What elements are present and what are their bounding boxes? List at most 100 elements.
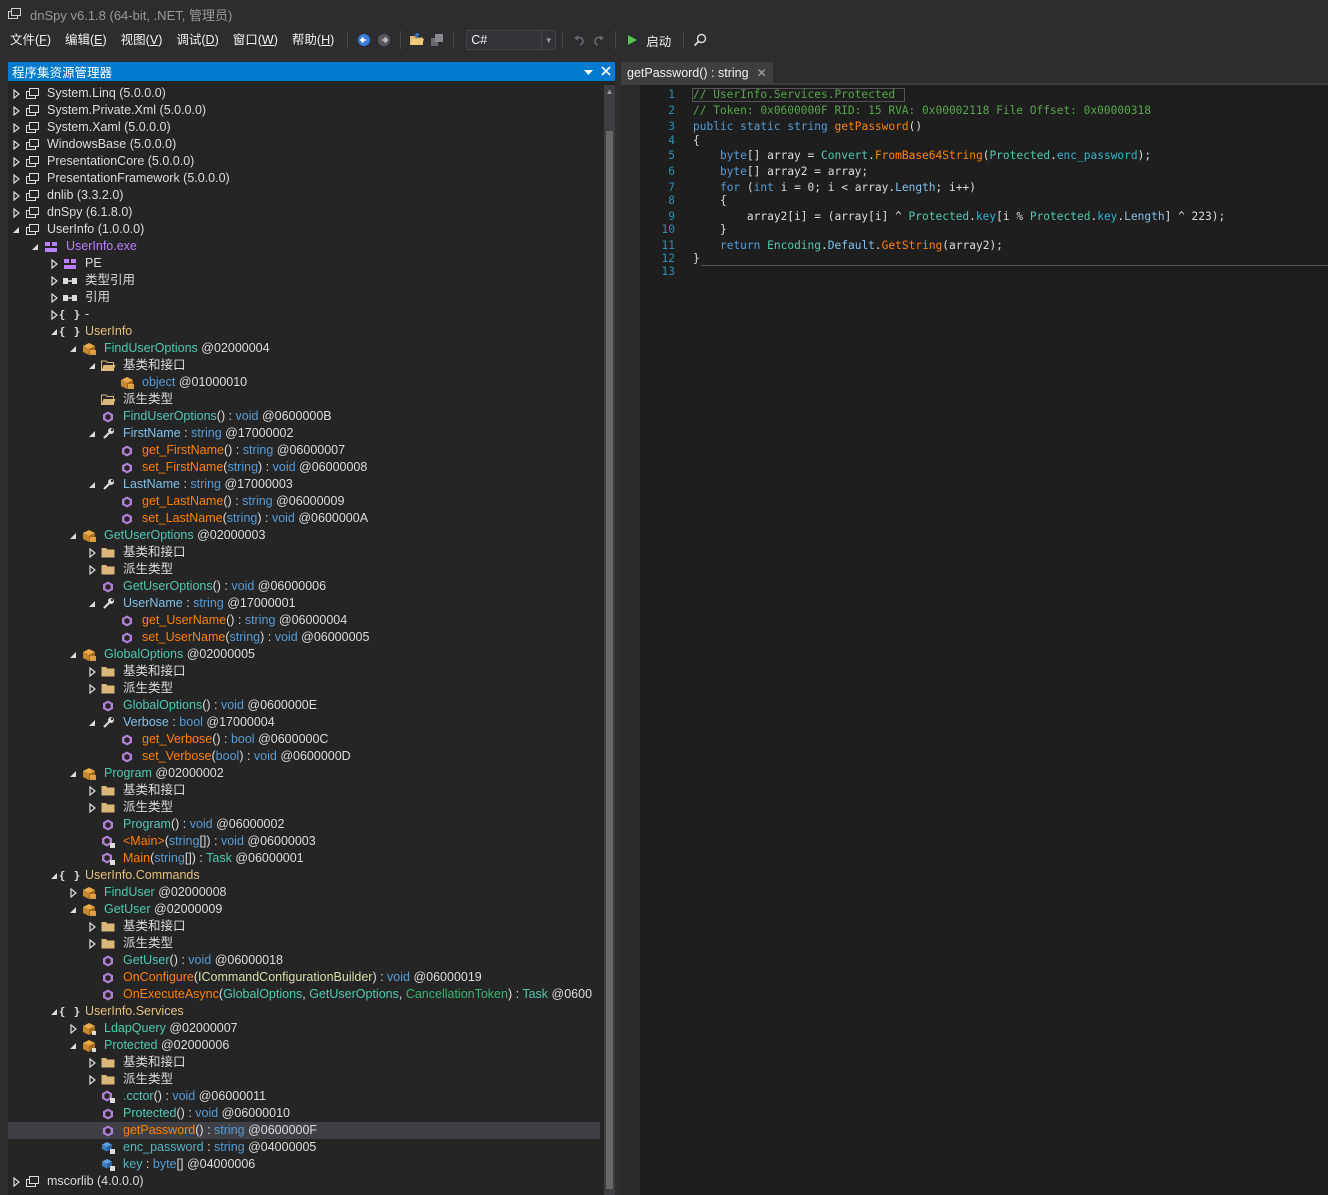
tree-node[interactable]: dnSpy (6.1.8.0)	[8, 204, 600, 221]
tree-node[interactable]: GetUserOptions @02000003	[8, 527, 600, 544]
tree-node[interactable]: set_LastName(string) : void @0600000A	[8, 510, 600, 527]
tree-node[interactable]: Program() : void @06000002	[8, 816, 600, 833]
expand-arrow-icon[interactable]	[11, 1173, 21, 1190]
menu-item-h[interactable]: 帮助(H)	[285, 29, 341, 51]
tree-node[interactable]: { } UserInfo	[8, 323, 600, 340]
collapse-arrow-icon[interactable]	[11, 221, 21, 238]
chevron-down-icon[interactable]: ▼	[541, 31, 555, 49]
expand-arrow-icon[interactable]	[87, 1071, 97, 1088]
tree-node[interactable]: 派生类型	[8, 799, 600, 816]
collapse-arrow-icon[interactable]	[87, 714, 97, 731]
expand-arrow-icon[interactable]	[11, 187, 21, 204]
tree-node[interactable]: get_LastName() : string @06000009	[8, 493, 600, 510]
tree-node[interactable]: mscorlib (4.0.0.0)	[8, 1173, 600, 1190]
expand-arrow-icon[interactable]	[87, 935, 97, 952]
tree-node[interactable]: System.Linq (5.0.0.0)	[8, 85, 600, 102]
tree-node[interactable]: .cctor() : void @06000011	[8, 1088, 600, 1105]
tree-node[interactable]: LastName : string @17000003	[8, 476, 600, 493]
tree-node[interactable]: Main(string[]) : Task @06000001	[8, 850, 600, 867]
tree-node[interactable]: OnConfigure(ICommandConfigurationBuilder…	[8, 969, 600, 986]
menu-item-e[interactable]: 编辑(E)	[58, 29, 114, 51]
expand-arrow-icon[interactable]	[11, 102, 21, 119]
tree-node[interactable]: WindowsBase (5.0.0.0)	[8, 136, 600, 153]
collapse-arrow-icon[interactable]	[87, 425, 97, 442]
open-folder-icon[interactable]	[407, 30, 427, 50]
tree-node[interactable]: UserName : string @17000001	[8, 595, 600, 612]
tree-node[interactable]: System.Xaml (5.0.0.0)	[8, 119, 600, 136]
tree-node[interactable]: 基类和接口	[8, 544, 600, 561]
tree-node[interactable]: 基类和接口	[8, 357, 600, 374]
scroll-up-icon[interactable]: ▲	[604, 85, 615, 99]
tree-node[interactable]: Program @02000002	[8, 765, 600, 782]
expand-arrow-icon[interactable]	[49, 289, 59, 306]
collapse-arrow-icon[interactable]	[30, 238, 40, 255]
undo-icon[interactable]	[569, 30, 589, 50]
panel-close-icon[interactable]	[601, 65, 611, 79]
assembly-tree[interactable]: System.Linq (5.0.0.0) System.Private.Xml …	[8, 85, 600, 1195]
collapse-arrow-icon[interactable]	[49, 1003, 59, 1020]
panel-menu-icon[interactable]	[584, 65, 593, 79]
start-button[interactable]: 启动	[646, 31, 671, 50]
menu-item-w[interactable]: 窗口(W)	[226, 29, 285, 51]
expand-arrow-icon[interactable]	[11, 153, 21, 170]
tree-node[interactable]: 基类和接口	[8, 1054, 600, 1071]
tree-node[interactable]: 基类和接口	[8, 782, 600, 799]
forward-icon[interactable]	[374, 30, 394, 50]
redo-icon[interactable]	[589, 30, 609, 50]
expand-arrow-icon[interactable]	[11, 136, 21, 153]
expand-arrow-icon[interactable]	[68, 884, 78, 901]
expand-arrow-icon[interactable]	[87, 680, 97, 697]
collapse-arrow-icon[interactable]	[68, 646, 78, 663]
tree-node[interactable]: 基类和接口	[8, 918, 600, 935]
tree-node[interactable]: { } -	[8, 306, 600, 323]
collapse-arrow-icon[interactable]	[49, 867, 59, 884]
expand-arrow-icon[interactable]	[87, 918, 97, 935]
tree-node[interactable]: 类型引用	[8, 272, 600, 289]
tree-node[interactable]: OnExecuteAsync(GlobalOptions, GetUserOpt…	[8, 986, 600, 1003]
tree-node[interactable]: { } UserInfo.Services	[8, 1003, 600, 1020]
scroll-thumb[interactable]	[606, 131, 613, 1189]
tree-node[interactable]: dnlib (3.3.2.0)	[8, 187, 600, 204]
tree-node[interactable]: PresentationFramework (5.0.0.0)	[8, 170, 600, 187]
tree-node[interactable]: { } UserInfo.Commands	[8, 867, 600, 884]
tree-node[interactable]: 基类和接口	[8, 663, 600, 680]
tree-node[interactable]: object @01000010	[8, 374, 600, 391]
tree-node[interactable]: 派生类型	[8, 561, 600, 578]
tree-node[interactable]: 派生类型	[8, 391, 600, 408]
tree-node[interactable]: UserInfo.exe	[8, 238, 600, 255]
collapse-arrow-icon[interactable]	[87, 595, 97, 612]
tree-node[interactable]: get_UserName() : string @06000004	[8, 612, 600, 629]
tree-node[interactable]: key : byte[] @04000006	[8, 1156, 600, 1173]
expand-arrow-icon[interactable]	[87, 1054, 97, 1071]
open-list-icon[interactable]	[427, 30, 447, 50]
tree-node[interactable]: 引用	[8, 289, 600, 306]
expand-arrow-icon[interactable]	[11, 119, 21, 136]
expand-arrow-icon[interactable]	[68, 1020, 78, 1037]
tree-node[interactable]: GetUser @02000009	[8, 901, 600, 918]
tree-node[interactable]: FindUserOptions() : void @0600000B	[8, 408, 600, 425]
expand-arrow-icon[interactable]	[11, 170, 21, 187]
collapse-arrow-icon[interactable]	[68, 1037, 78, 1054]
tree-node[interactable]: Verbose : bool @17000004	[8, 714, 600, 731]
back-icon[interactable]	[354, 30, 374, 50]
tree-node[interactable]: get_Verbose() : bool @0600000C	[8, 731, 600, 748]
tree-node[interactable]: set_UserName(string) : void @06000005	[8, 629, 600, 646]
tree-scrollbar[interactable]: ▲	[604, 85, 615, 1195]
tree-node[interactable]: GetUser() : void @06000018	[8, 952, 600, 969]
tree-node[interactable]: PE	[8, 255, 600, 272]
language-select[interactable]: C# ▼	[466, 30, 557, 50]
tree-node[interactable]: 派生类型	[8, 1071, 600, 1088]
expand-arrow-icon[interactable]	[87, 544, 97, 561]
tree-node[interactable]: FindUserOptions @02000004	[8, 340, 600, 357]
expand-arrow-icon[interactable]	[11, 85, 21, 102]
tree-node[interactable]: 派生类型	[8, 680, 600, 697]
tree-node[interactable]: LdapQuery @02000007	[8, 1020, 600, 1037]
menu-item-f[interactable]: 文件(F)	[3, 29, 58, 51]
expand-arrow-icon[interactable]	[49, 306, 59, 323]
expand-arrow-icon[interactable]	[87, 561, 97, 578]
collapse-arrow-icon[interactable]	[68, 901, 78, 918]
menu-item-d[interactable]: 调试(D)	[169, 29, 225, 51]
tree-node[interactable]: <Main>(string[]) : void @06000003	[8, 833, 600, 850]
tree-node[interactable]: GlobalOptions() : void @0600000E	[8, 697, 600, 714]
tree-node[interactable]: Protected() : void @06000010	[8, 1105, 600, 1122]
